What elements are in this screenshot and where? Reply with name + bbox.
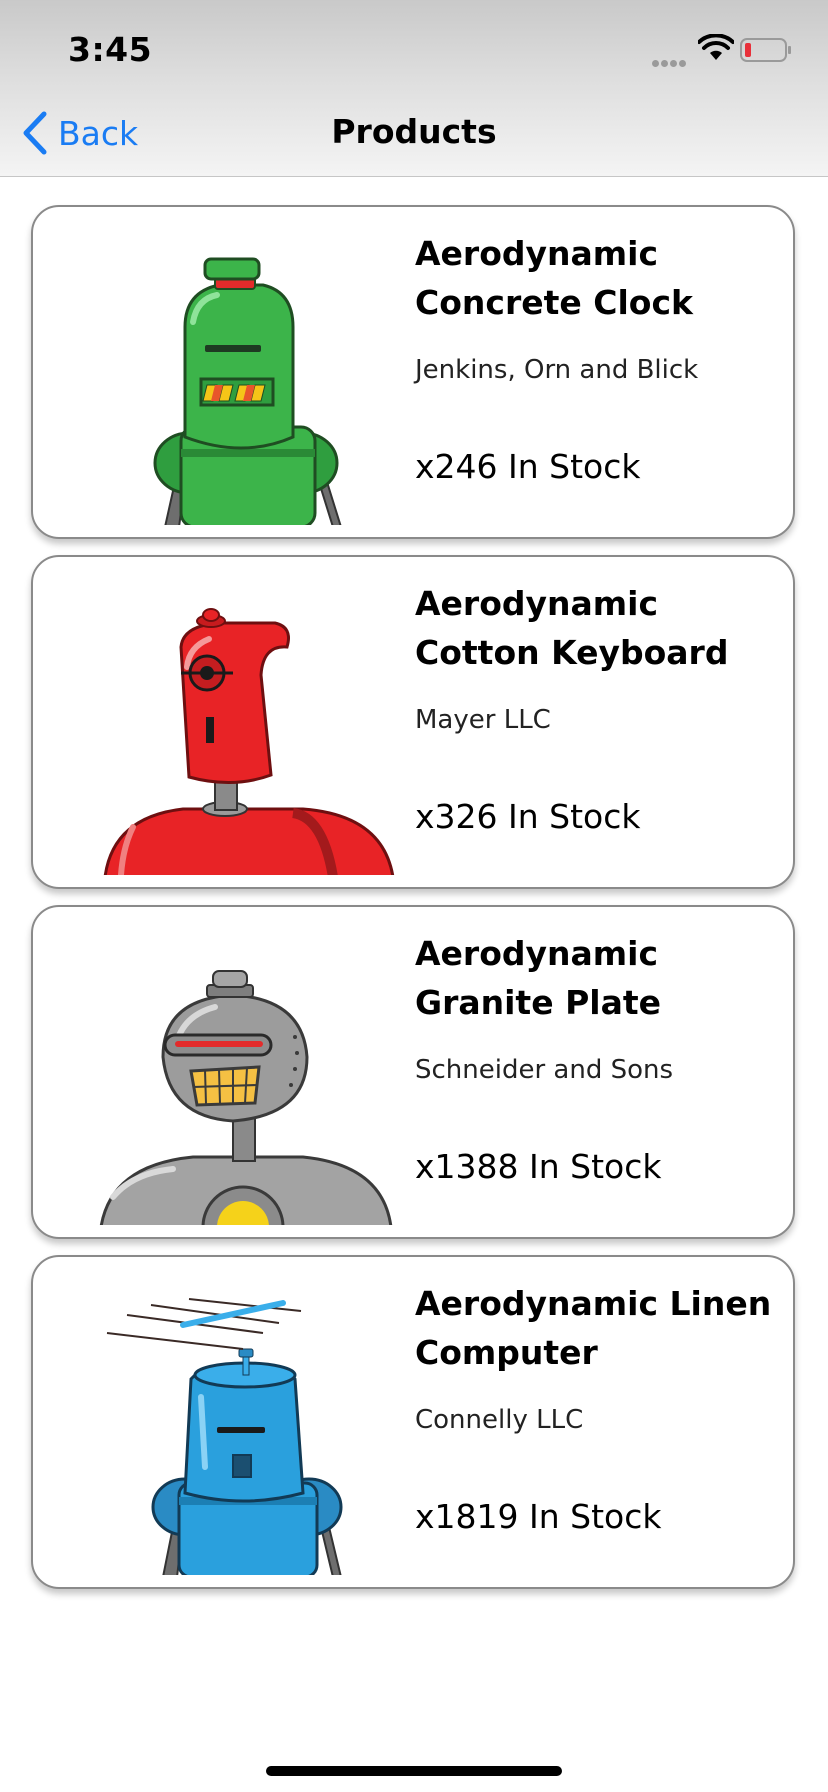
- page-title: Products: [331, 112, 497, 151]
- product-brand: Connelly LLC: [415, 1405, 584, 1435]
- product-name: Aerodynamic Linen Computer: [415, 1284, 772, 1372]
- status-time: 3:45: [68, 30, 153, 69]
- blue-robot-icon: [106, 1298, 343, 1575]
- product-stock: x246 In Stock: [415, 447, 641, 486]
- product-card[interactable]: Aerodynamic Concrete Clock Jenkins, Orn …: [31, 205, 795, 539]
- battery-low-icon: [740, 38, 791, 62]
- product-stock: x326 In Stock: [415, 797, 641, 836]
- product-card[interactable]: Aerodynamic Cotton Keyboard Mayer LLC x3…: [31, 555, 795, 889]
- green-robot-icon: [153, 257, 342, 525]
- product-name: Aerodynamic Concrete Clock: [415, 234, 693, 322]
- product-card[interactable]: Aerodynamic Linen Computer Connelly LLC …: [31, 1255, 795, 1589]
- cellular-signal-icon: [652, 52, 688, 71]
- wifi-icon: [698, 34, 734, 60]
- product-brand: Mayer LLC: [415, 705, 551, 735]
- product-name: Aerodynamic Granite Plate: [415, 934, 662, 1022]
- product-card[interactable]: Aerodynamic Granite Plate Schneider and …: [31, 905, 795, 1239]
- red-robot-icon: [103, 608, 395, 875]
- product-stock: x1388 In Stock: [415, 1147, 662, 1186]
- gray-robot-icon: [99, 970, 393, 1225]
- product-brand: Schneider and Sons: [415, 1055, 674, 1085]
- product-brand: Jenkins, Orn and Blick: [415, 355, 699, 385]
- product-name: Aerodynamic Cotton Keyboard: [415, 584, 729, 672]
- home-indicator[interactable]: [266, 1766, 562, 1776]
- product-stock: x1819 In Stock: [415, 1497, 662, 1536]
